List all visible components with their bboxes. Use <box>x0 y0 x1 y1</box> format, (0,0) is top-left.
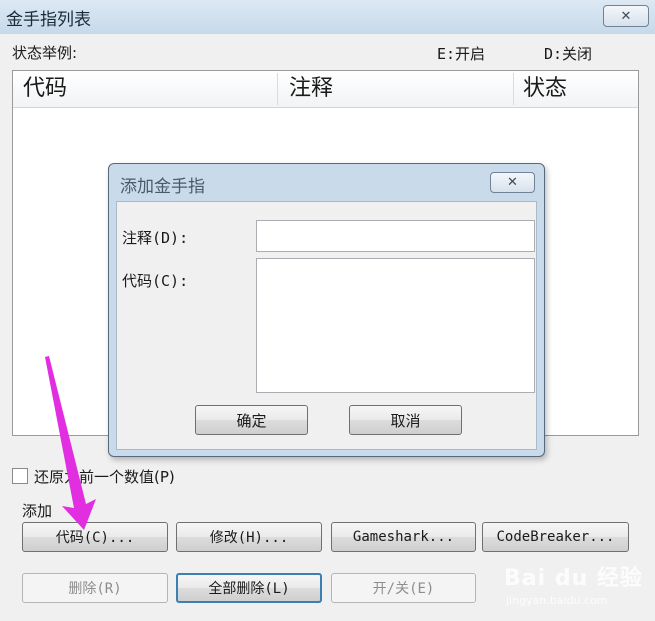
add-code-button[interactable]: 代码(C)... <box>22 522 168 552</box>
column-divider[interactable] <box>277 73 278 105</box>
list-header: 代码 注释 状态 <box>13 71 638 108</box>
delete-all-button[interactable]: 全部删除(L) <box>176 573 322 603</box>
delete-button[interactable]: 删除(R) <box>22 573 168 603</box>
code-textarea[interactable] <box>256 258 535 393</box>
add-cheat-dialog: 添加金手指 ✕ 注释(D): 代码(C): 确定 取消 <box>108 163 545 457</box>
note-input[interactable] <box>256 220 535 252</box>
restore-checkbox-label: 还原为前一个数值(P) <box>34 468 175 486</box>
ok-button[interactable]: 确定 <box>195 405 308 435</box>
column-header-status[interactable]: 状态 <box>523 71 567 107</box>
dialog-client: 注释(D): 代码(C): 确定 取消 <box>116 201 537 450</box>
column-header-code[interactable]: 代码 <box>23 71 67 107</box>
window-titlebar: 金手指列表 ✕ <box>0 0 655 34</box>
modify-button[interactable]: 修改(H)... <box>176 522 322 552</box>
window-title: 金手指列表 <box>6 10 91 30</box>
dialog-close-icon[interactable]: ✕ <box>490 172 535 193</box>
gameshark-button[interactable]: Gameshark... <box>331 522 476 552</box>
note-field-label: 注释(D): <box>122 229 189 247</box>
status-example-label: 状态举例: <box>12 44 78 62</box>
column-header-note[interactable]: 注释 <box>289 71 333 107</box>
dialog-title: 添加金手指 <box>120 177 205 197</box>
toggle-button[interactable]: 开/关(E) <box>331 573 476 603</box>
cancel-button[interactable]: 取消 <box>349 405 462 435</box>
status-disabled-legend: D:关闭 <box>544 45 593 63</box>
close-icon[interactable]: ✕ <box>603 5 649 27</box>
column-divider[interactable] <box>513 73 514 105</box>
status-enabled-legend: E:开启 <box>437 45 486 63</box>
add-group-label: 添加 <box>22 502 53 520</box>
code-field-label: 代码(C): <box>122 272 189 290</box>
codebreaker-button[interactable]: CodeBreaker... <box>482 522 629 552</box>
restore-checkbox[interactable] <box>12 468 28 484</box>
